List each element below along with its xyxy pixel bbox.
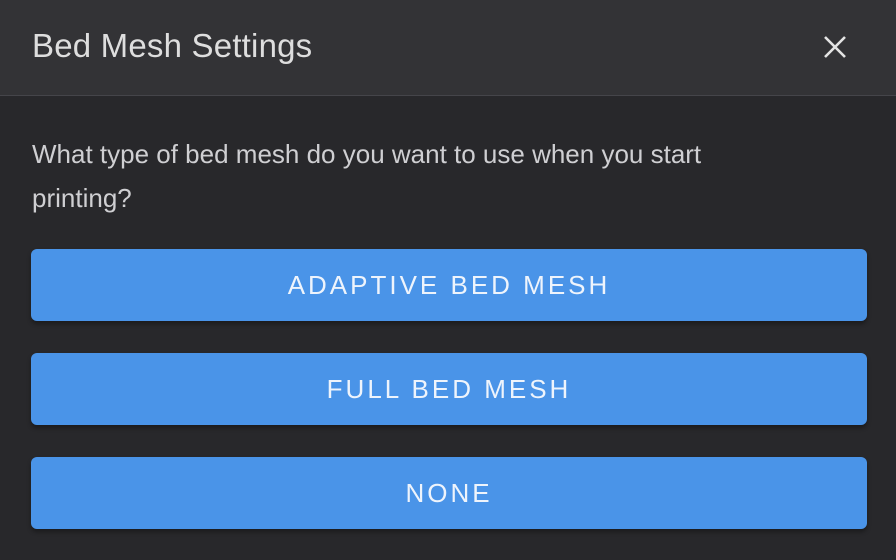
dialog-message: What type of bed mesh do you want to use… — [32, 139, 702, 213]
close-icon — [824, 36, 846, 58]
adaptive-bed-mesh-button[interactable]: ADAPTIVE BED MESH — [31, 249, 867, 321]
full-bed-mesh-button[interactable]: FULL BED MESH — [31, 353, 867, 425]
none-button[interactable]: NONE — [31, 457, 867, 529]
dialog-title: Bed Mesh Settings — [32, 27, 313, 64]
dialog-header: Bed Mesh Settings — [0, 0, 896, 96]
bed-mesh-dialog: Bed Mesh Settings What type of bed mesh … — [0, 0, 896, 560]
close-button[interactable] — [814, 27, 856, 67]
